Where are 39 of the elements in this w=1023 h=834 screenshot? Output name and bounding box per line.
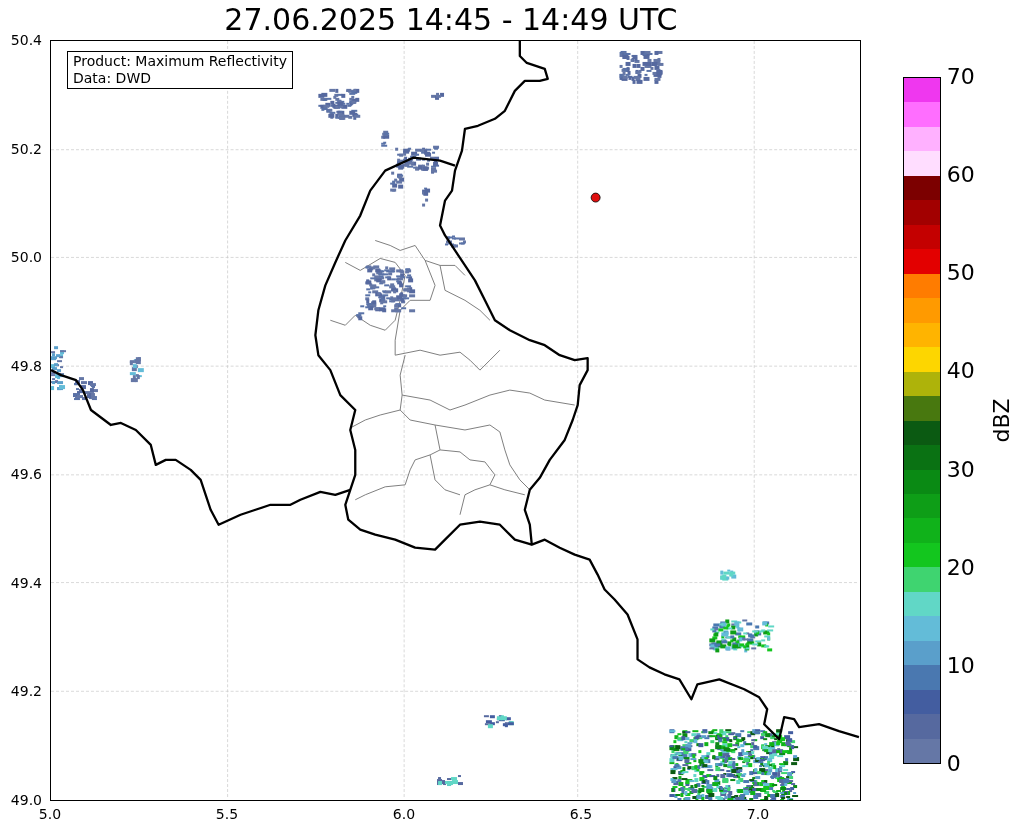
radar-echo xyxy=(619,50,664,84)
colorbar-tick-label: 10 xyxy=(946,654,975,677)
y-tick-label: 49.4 xyxy=(10,575,42,590)
radar-echo xyxy=(51,346,67,391)
location-marker xyxy=(590,192,601,203)
x-tick-label: 7.0 xyxy=(746,807,770,821)
radar-echo xyxy=(318,88,361,120)
y-tick-label: 50.0 xyxy=(10,250,42,265)
y-tick-label: 50.2 xyxy=(10,141,42,156)
colorbar-tick-label: 70 xyxy=(946,66,975,88)
y-tick-label: 49.0 xyxy=(10,793,42,807)
y-tick-label: 49.2 xyxy=(10,684,42,699)
info-text: Product: Maximum Reflectivity xyxy=(73,53,287,70)
colorbar-tick-label: 60 xyxy=(946,164,975,187)
y-tick-label: 49.6 xyxy=(10,467,42,482)
radar-echo xyxy=(129,357,144,383)
colorbar-tick-label: 30 xyxy=(946,458,975,481)
colorbar-tick-label: 0 xyxy=(946,753,961,775)
info-text: Data: DWD xyxy=(73,70,152,87)
x-tick-label: 5.5 xyxy=(215,807,239,821)
radar-echo xyxy=(73,377,98,401)
radar-echo xyxy=(422,187,431,207)
x-tick-label: 6.5 xyxy=(569,807,593,821)
colorbar-tick-label: 20 xyxy=(946,556,975,579)
radar-echo xyxy=(720,569,737,581)
colorbar-tick-label: 40 xyxy=(946,360,975,383)
chart-title: 27.06.2025 14:45 - 14:49 UTC xyxy=(224,5,678,35)
radar-echo xyxy=(381,130,390,147)
x-tick-label: 6.0 xyxy=(392,807,416,821)
y-tick-label: 49.8 xyxy=(10,358,42,373)
radar-echo xyxy=(431,92,445,100)
radar-echo xyxy=(709,619,775,653)
colorbar-tick-label: 50 xyxy=(946,262,975,285)
radar-echo xyxy=(437,775,463,787)
colorbar-label: dBZ xyxy=(987,398,1015,443)
radar-echo xyxy=(445,235,466,248)
y-tick-label: 50.4 xyxy=(10,33,42,47)
x-tick-label: 5.0 xyxy=(38,807,62,821)
radar-echo xyxy=(483,715,514,729)
